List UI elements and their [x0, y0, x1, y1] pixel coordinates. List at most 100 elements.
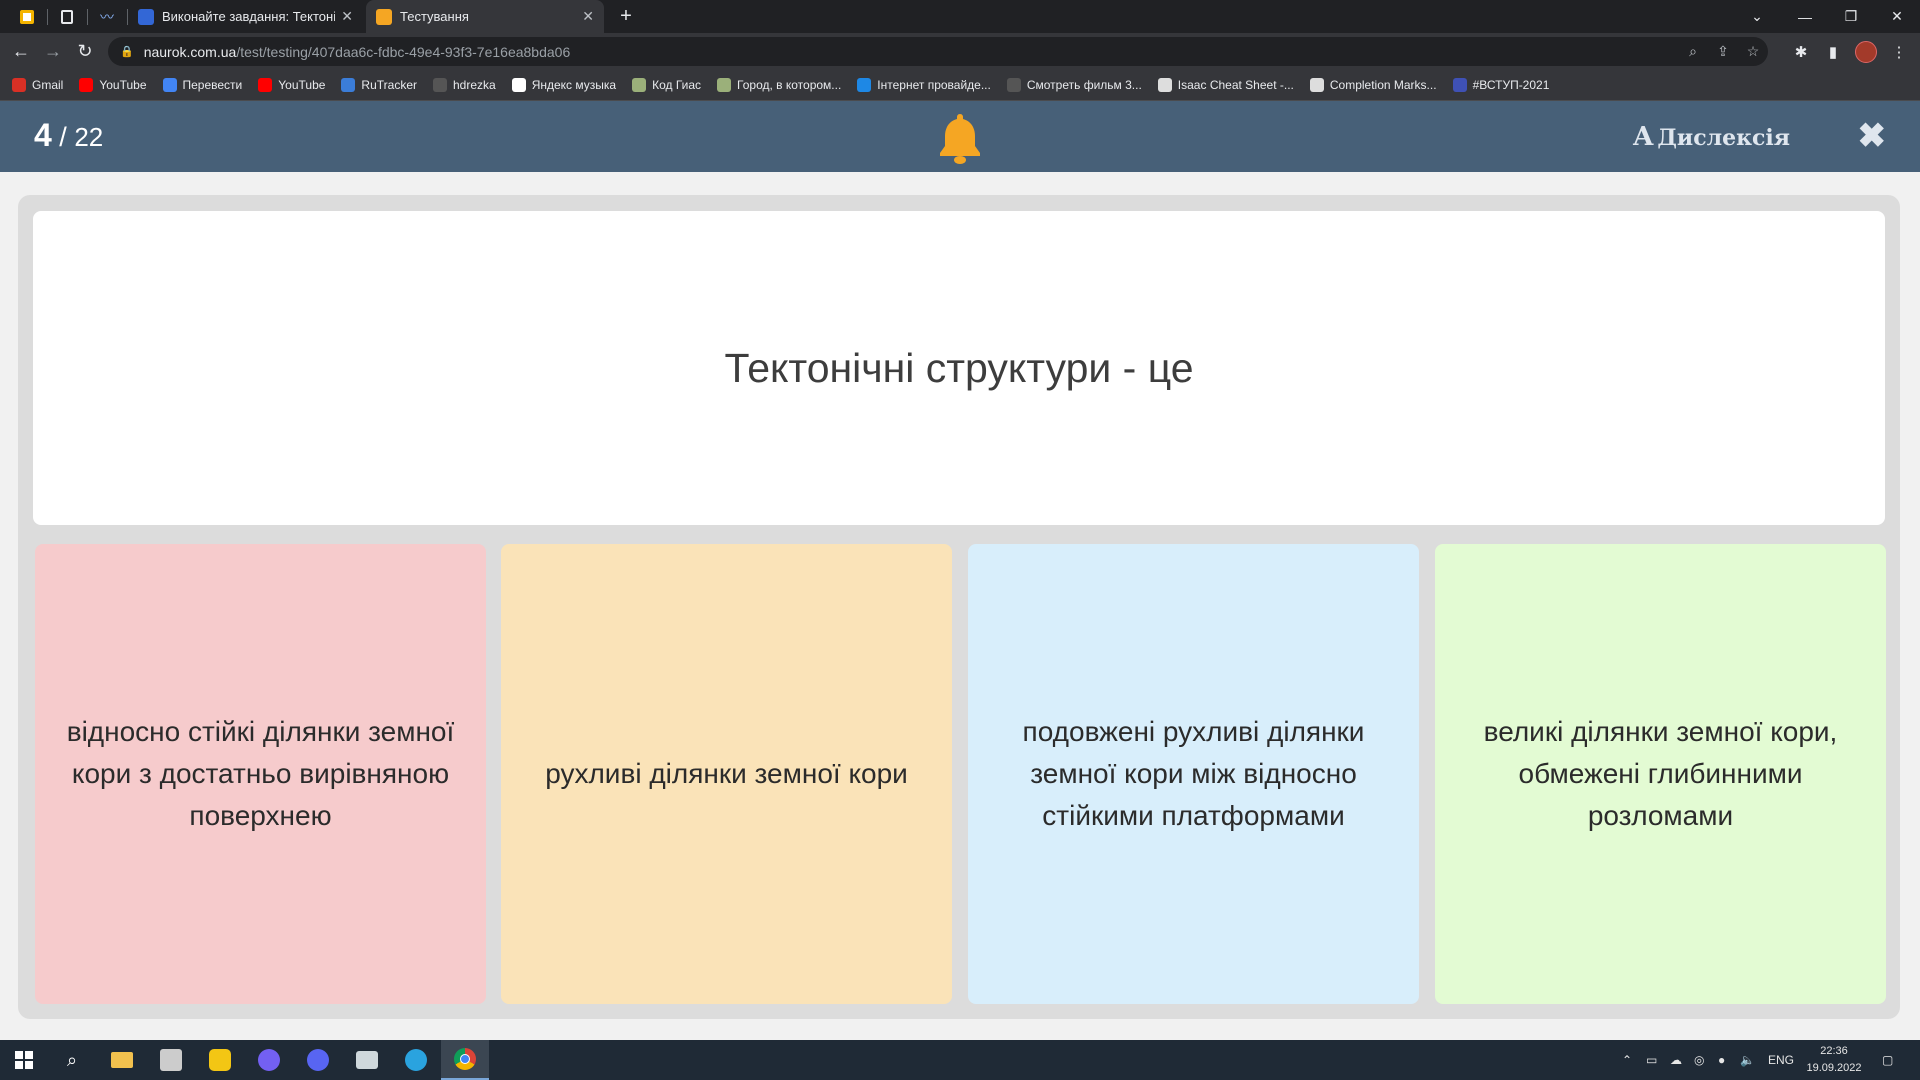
tray-overflow-icon[interactable]: ⌃ — [1622, 1040, 1632, 1080]
address-bar[interactable]: 🔒 naurok.com.ua/test/testing/407daa6c-fd… — [108, 37, 1768, 66]
tab-search-icon[interactable]: ⌄ — [1734, 0, 1780, 33]
taskbar-clock[interactable]: 22:36 19.09.2022 — [1796, 1043, 1872, 1077]
windows-taskbar: ⌕ ⌃ ▭ ☁ ◎ ● 🔈 ENG 22:36 19.09.2022 ▢ — [0, 1040, 1920, 1080]
bookmark-label: Перевести — [182, 78, 243, 92]
menu-icon[interactable]: ⋮ — [1884, 33, 1914, 70]
browser-tab-strip: 〰 Виконайте завдання: Тектонічні ✕ Тесту… — [0, 0, 1920, 33]
hd-icon — [433, 78, 447, 92]
bookmark-item[interactable]: YouTube — [79, 78, 147, 92]
chrome-icon[interactable] — [441, 1040, 489, 1080]
clock-date: 19.09.2022 — [1806, 1062, 1862, 1074]
clock-time: 22:36 — [1820, 1045, 1848, 1057]
site-icon — [632, 78, 647, 92]
bookmark-item[interactable]: Код Гиас — [632, 78, 701, 92]
naurok-task-icon — [138, 8, 154, 25]
bookmark-item[interactable]: Яндекс музыка — [511, 78, 617, 92]
tab-tasks[interactable]: Виконайте завдання: Тектонічні ✕ — [128, 0, 363, 33]
play-icon — [511, 78, 526, 92]
telegram-icon[interactable] — [392, 1040, 440, 1080]
viber-icon[interactable] — [245, 1040, 293, 1080]
dyslexia-toggle[interactable]: A Дислексія — [1633, 122, 1790, 152]
bookmark-item[interactable]: Перевести — [162, 78, 243, 92]
bookmark-item[interactable]: Смотреть фильм 3... — [1006, 78, 1142, 92]
profile-avatar[interactable] — [1855, 41, 1877, 63]
isaac-icon — [1157, 78, 1172, 92]
bookmark-star-icon[interactable]: ☆ — [1738, 37, 1768, 66]
camera-icon[interactable]: ◎ — [1694, 1040, 1704, 1080]
bell-icon[interactable] — [936, 111, 984, 165]
bookmark-item[interactable]: RuTracker — [341, 78, 417, 92]
close-tab-icon[interactable]: ✕ — [582, 8, 594, 25]
back-icon[interactable]: ← — [6, 33, 36, 70]
answer-option-2[interactable]: рухливі ділянки земної кори — [501, 544, 952, 1004]
bookmark-item[interactable]: YouTube — [258, 78, 325, 92]
pinned-tab-sheets[interactable] — [8, 0, 46, 33]
file-explorer-icon[interactable] — [98, 1040, 146, 1080]
bookmark-label: YouTube — [278, 78, 326, 92]
answer-text: відносно стійкі ділянки земної кори з до… — [66, 716, 455, 831]
microphone-icon[interactable]: ● — [1718, 1040, 1725, 1080]
bookmark-label: Смотреть фильм 3... — [1026, 78, 1142, 92]
question-text: Тектонічні структури - це — [724, 344, 1194, 391]
tab-title: Виконайте завдання: Тектонічні — [162, 9, 336, 24]
language-indicator[interactable]: ENG — [1768, 1040, 1794, 1080]
answer-option-3[interactable]: подовжені рухливі ділянки земної кори мі… — [968, 544, 1419, 1004]
close-test-icon[interactable]: ✖ — [1858, 119, 1887, 153]
network-icon[interactable]: ▭ — [1646, 1040, 1657, 1080]
bookmark-item[interactable]: Isaac Cheat Sheet -... — [1157, 78, 1294, 92]
url-text[interactable]: naurok.com.ua/test/testing/407daa6c-fdbc… — [144, 44, 571, 60]
bookmark-label: Яндекс музыка — [531, 78, 617, 92]
volume-icon[interactable]: 🔈 — [1740, 1040, 1755, 1080]
app-icon[interactable] — [196, 1040, 244, 1080]
tab-testing[interactable]: Тестування ✕ — [366, 0, 604, 33]
close-tab-icon[interactable]: ✕ — [341, 8, 353, 25]
app-icon[interactable] — [147, 1040, 195, 1080]
translate-icon — [162, 78, 177, 92]
bookmark-label: Інтернет провайде... — [877, 78, 991, 92]
start-icon[interactable] — [0, 1040, 48, 1080]
chart-icon: 〰 — [100, 8, 114, 25]
bookmark-item[interactable]: #ВСТУП-2021 — [1452, 78, 1550, 92]
document-icon — [61, 9, 73, 24]
share-icon[interactable]: ⇪ — [1708, 37, 1738, 66]
new-tab-button[interactable]: + — [612, 0, 640, 33]
bookmark-item[interactable]: Город, в котором... — [717, 78, 841, 92]
forward-icon[interactable]: → — [38, 33, 68, 70]
zoom-icon[interactable]: ⌕ — [1678, 37, 1708, 66]
question-counter: 4 / 22 — [34, 117, 103, 154]
vstup-icon — [1452, 78, 1467, 92]
answer-option-1[interactable]: відносно стійкі ділянки земної кори з до… — [35, 544, 486, 1004]
side-panel-icon[interactable]: ▮ — [1818, 33, 1848, 70]
pinned-tab-chart[interactable]: 〰 — [88, 0, 126, 33]
bookmark-item[interactable]: Gmail — [12, 78, 63, 92]
bookmarks-bar: Gmail YouTube Перевести YouTube RuTracker hdr… — [0, 70, 1920, 101]
discord-icon[interactable] — [294, 1040, 342, 1080]
provider-icon — [857, 78, 872, 92]
bookmark-item[interactable]: Completion Marks... — [1309, 78, 1437, 92]
app-icon[interactable] — [343, 1040, 391, 1080]
dyslexia-font-icon: A — [1633, 122, 1654, 152]
window-close-icon[interactable]: ✕ — [1874, 0, 1920, 33]
restore-icon[interactable]: ❐ — [1828, 0, 1874, 33]
youtube-icon — [258, 78, 273, 92]
bookmark-label: Город, в котором... — [737, 78, 842, 92]
notifications-icon[interactable]: ▢ — [1882, 1040, 1893, 1080]
isaac-icon — [1309, 78, 1324, 92]
pinned-tab-docs[interactable] — [48, 0, 86, 33]
counter-separator: / — [51, 122, 75, 152]
question-card: Тектонічні структури - це — [33, 211, 1885, 525]
bookmark-label: hdrezka — [453, 78, 496, 92]
search-icon[interactable]: ⌕ — [48, 1040, 96, 1080]
answer-option-4[interactable]: великі ділянки земної кори, обмежені гли… — [1435, 544, 1886, 1004]
onedrive-icon[interactable]: ☁ — [1670, 1040, 1682, 1080]
extensions-icon[interactable]: ✱ — [1786, 33, 1816, 70]
bookmark-label: Gmail — [32, 78, 64, 92]
answer-text: великі ділянки земної кори, обмежені гли… — [1483, 716, 1838, 831]
bookmark-label: #ВСТУП-2021 — [1472, 78, 1550, 92]
quiz-header: 4 / 22 A Дислексія ✖ — [0, 101, 1920, 172]
bookmark-item[interactable]: hdrezka — [433, 78, 496, 92]
minimize-icon[interactable]: — — [1782, 0, 1828, 33]
bookmark-item[interactable]: Інтернет провайде... — [857, 78, 991, 92]
current-question-number: 4 — [34, 117, 52, 153]
reload-icon[interactable]: ↻ — [70, 33, 100, 70]
